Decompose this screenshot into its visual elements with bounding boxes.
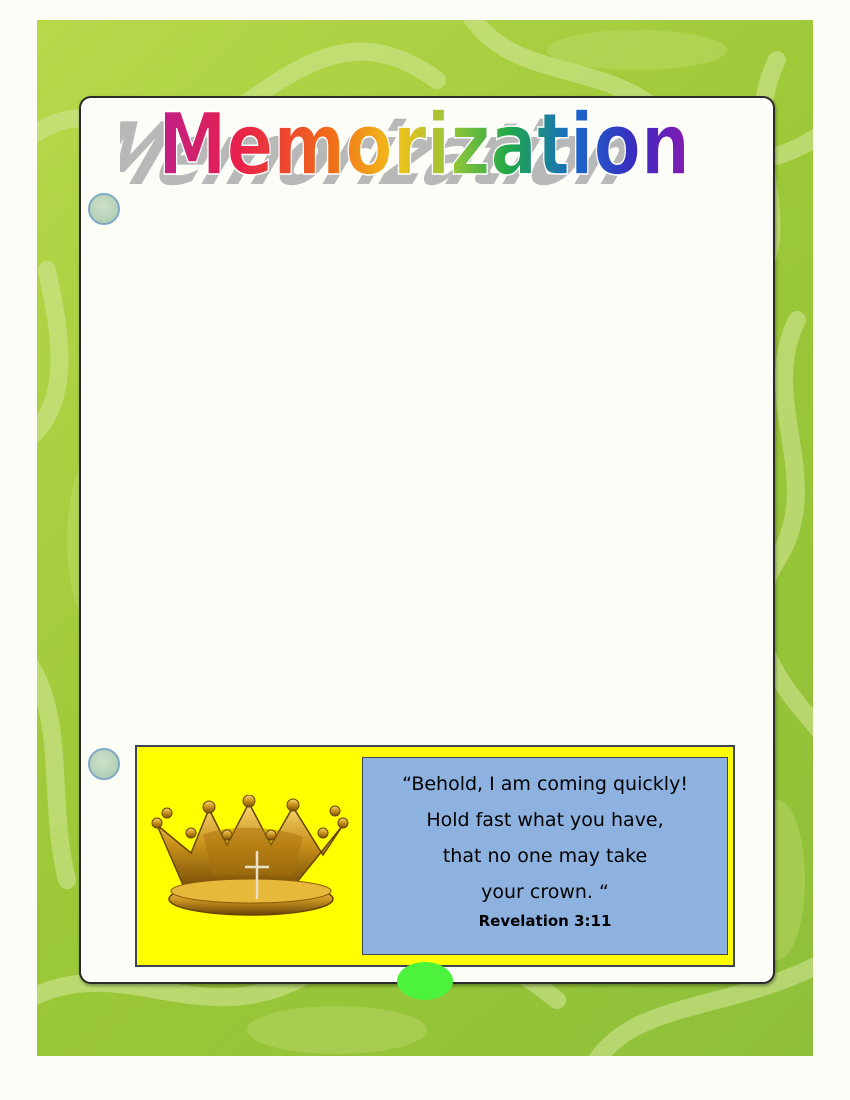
verse-banner: “Behold, I am coming quickly! Hold fast …	[135, 745, 735, 967]
verse-line: that no one may take	[442, 845, 648, 867]
verse-text: “Behold, I am coming quickly! Hold fast …	[363, 766, 727, 910]
verse-line: your crown. “	[481, 881, 609, 903]
binder-hole-top	[88, 193, 120, 225]
title-text: Memorization	[158, 95, 690, 194]
verse-box: “Behold, I am coming quickly! Hold fast …	[362, 757, 728, 955]
verse-line: “Behold, I am coming quickly!	[402, 773, 688, 795]
page-title: Memorization Memorization	[120, 94, 691, 194]
binder-hole-bottom	[88, 748, 120, 780]
crown-icon	[151, 795, 349, 916]
verse-reference: Revelation 3:11	[478, 912, 612, 930]
verse-line: Hold fast what you have,	[426, 809, 664, 831]
page-indicator-dot	[397, 962, 453, 1000]
